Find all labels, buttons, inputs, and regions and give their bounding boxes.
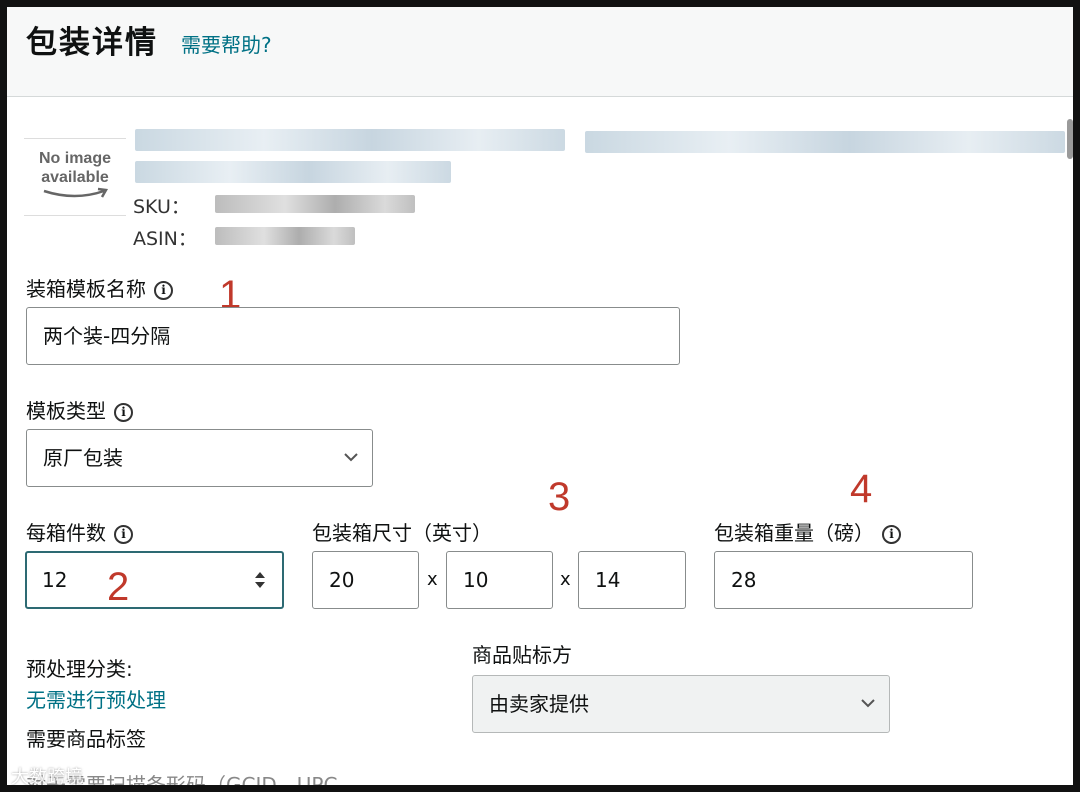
units-per-box-value: 12	[42, 568, 68, 592]
dimension-separator: x	[560, 569, 571, 590]
asin-label: ASIN：	[133, 228, 197, 250]
product-title-redacted-3	[135, 161, 451, 183]
dialog-header: 包装详情 需要帮助?	[7, 7, 1073, 97]
asin-value-redacted	[215, 227, 355, 245]
info-icon[interactable]: i	[882, 525, 901, 544]
box-weight-input[interactable]: 28	[714, 551, 973, 609]
sku-value-redacted	[215, 195, 415, 213]
box-weight-label: 包装箱重量（磅） i	[714, 517, 901, 546]
watermark: 大数跨境	[11, 767, 83, 785]
labeler-select[interactable]: 由卖家提供	[472, 675, 890, 733]
chevron-down-icon	[861, 699, 875, 708]
labeler-selected: 由卖家提供	[489, 692, 589, 716]
annotation-2: 2	[107, 565, 130, 609]
info-icon[interactable]: i	[114, 403, 133, 422]
scrollbar-thumb[interactable]	[1067, 119, 1073, 159]
labeler-label: 商品贴标方	[472, 643, 572, 667]
units-per-box-label: 每箱件数 i	[26, 517, 133, 546]
number-stepper-icon[interactable]	[252, 568, 268, 592]
units-per-box-input[interactable]: 12	[25, 551, 284, 609]
annotation-3: 3	[548, 475, 571, 519]
prep-category-link[interactable]: 无需进行预处理	[26, 684, 166, 713]
info-icon[interactable]: i	[154, 281, 173, 300]
template-type-label: 模板类型 i	[26, 395, 133, 424]
no-image-line1: No image	[38, 150, 111, 167]
info-icon[interactable]: i	[114, 525, 133, 544]
no-image-line2: available	[41, 169, 109, 186]
box-length-input[interactable]: 20	[312, 551, 419, 609]
template-type-selected: 原厂包装	[43, 446, 123, 470]
smile-arrow-icon	[43, 187, 109, 198]
page-title: 包装详情	[26, 25, 158, 61]
prep-category-label: 预处理分类:	[26, 657, 133, 681]
label-required-text: 需要商品标签	[26, 727, 146, 751]
template-name-label-text: 装箱模板名称	[26, 277, 146, 301]
template-type-select[interactable]: 原厂包装	[26, 429, 373, 487]
box-height-input[interactable]: 14	[578, 551, 686, 609]
product-image-placeholder: No image available	[24, 138, 126, 216]
product-title-redacted-2	[585, 131, 1065, 153]
units-per-box-label-text: 每箱件数	[26, 521, 106, 545]
package-details-dialog: 包装详情 需要帮助? No image available SKU： ASIN：…	[7, 7, 1073, 785]
sku-label: SKU：	[133, 196, 190, 218]
product-title-redacted	[135, 129, 565, 151]
template-name-label: 装箱模板名称 i	[26, 273, 173, 302]
chevron-down-icon	[344, 453, 358, 462]
box-width-input[interactable]: 10	[446, 551, 553, 609]
annotation-4: 4	[850, 467, 873, 511]
template-type-label-text: 模板类型	[26, 399, 106, 423]
dimension-separator: x	[427, 569, 438, 590]
box-dimensions-label: 包装箱尺寸（英寸）	[312, 521, 492, 545]
help-link[interactable]: 需要帮助?	[181, 29, 272, 58]
box-weight-label-text: 包装箱重量（磅）	[714, 521, 874, 545]
template-name-input[interactable]: 两个装-四分隔	[26, 307, 680, 365]
